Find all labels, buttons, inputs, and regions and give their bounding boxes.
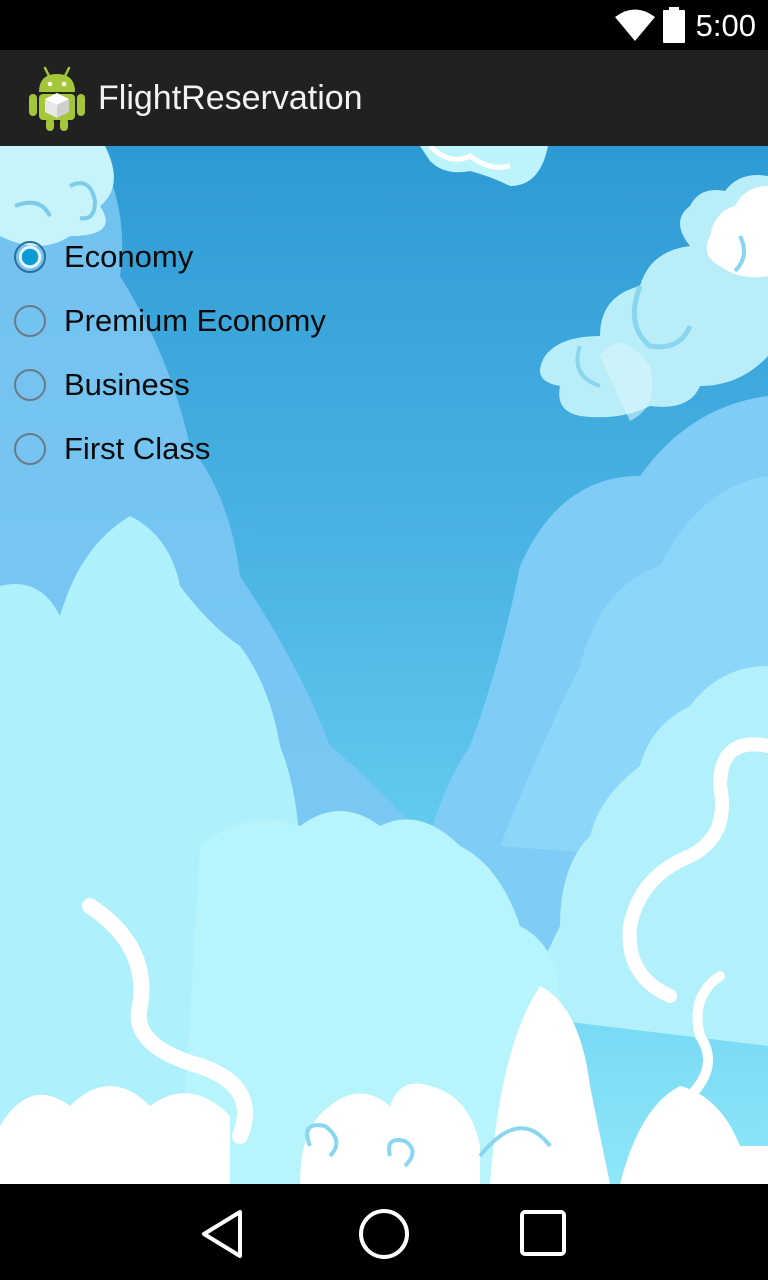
radio-button-unchecked-icon[interactable] <box>14 433 46 465</box>
status-time: 5:00 <box>695 8 756 43</box>
status-bar: 5:00 <box>0 0 768 50</box>
content-area: Economy Premium Economy Business First C… <box>0 146 768 1184</box>
back-icon[interactable] <box>194 1206 250 1262</box>
radio-first-class[interactable]: First Class <box>0 418 768 482</box>
radio-label[interactable]: Business <box>64 366 190 404</box>
radio-label[interactable]: Premium Economy <box>64 302 326 340</box>
action-bar: FlightReservation <box>0 50 768 146</box>
radio-button-checked-icon[interactable] <box>14 241 46 273</box>
wifi-icon <box>615 9 655 41</box>
radio-economy[interactable]: Economy <box>0 226 768 290</box>
recents-icon[interactable] <box>516 1206 572 1262</box>
android-icon <box>29 66 85 131</box>
battery-icon <box>663 7 685 43</box>
radio-button-unchecked-icon[interactable] <box>14 305 46 337</box>
radio-premium-economy[interactable]: Premium Economy <box>0 290 768 354</box>
radio-label[interactable]: Economy <box>64 238 193 276</box>
home-icon[interactable] <box>356 1206 412 1262</box>
app-title: FlightReservation <box>98 79 363 117</box>
class-radio-group: Economy Premium Economy Business First C… <box>0 226 768 482</box>
radio-business[interactable]: Business <box>0 354 768 418</box>
navigation-bar <box>0 1184 768 1280</box>
radio-button-unchecked-icon[interactable] <box>14 369 46 401</box>
radio-label[interactable]: First Class <box>64 430 210 468</box>
